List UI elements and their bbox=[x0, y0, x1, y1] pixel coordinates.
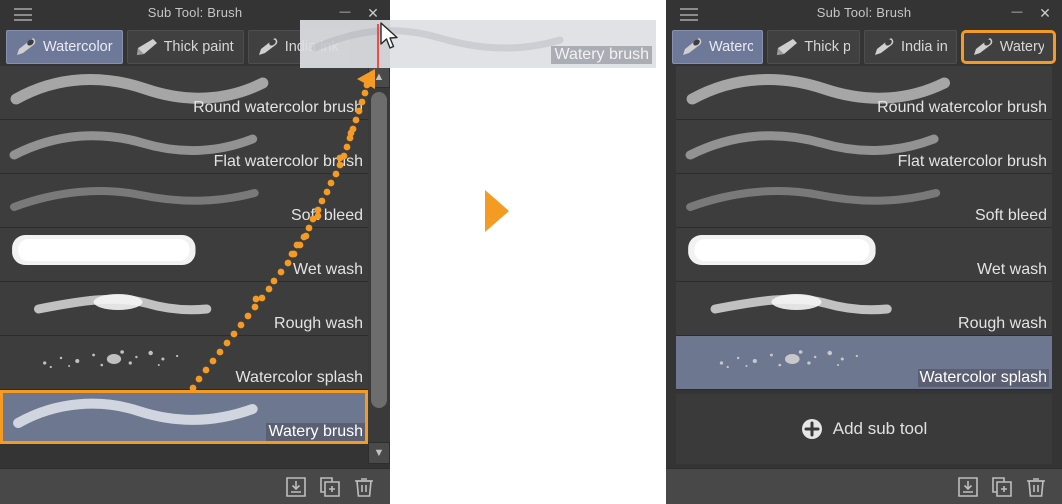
table-row[interactable]: Soft bleed bbox=[676, 174, 1052, 228]
screenshot-root: Sub Tool: Brush Watercolor Thick paint Ind… bbox=[0, 0, 1062, 504]
drop-indicator-line bbox=[377, 24, 379, 68]
add-sub-tool-button[interactable]: Add sub tool bbox=[676, 394, 1052, 464]
watercolor-brush-icon bbox=[683, 38, 702, 55]
flow-arrow-icon bbox=[485, 190, 509, 232]
watercolor-brush-icon bbox=[17, 38, 36, 55]
sub-tool-name: Flat watercolor brush bbox=[897, 153, 1047, 170]
plus-circle-icon bbox=[801, 419, 822, 439]
right-titlebar: Sub Tool: Brush bbox=[666, 0, 1062, 28]
tab-watercolor[interactable]: Watercolor bbox=[6, 30, 123, 64]
tab-label: Waterc bbox=[709, 39, 754, 55]
import-sub-tool-icon[interactable] bbox=[956, 475, 980, 499]
sub-tool-name: Watercolor splash bbox=[917, 369, 1049, 387]
sub-tool-name: Wet wash bbox=[293, 261, 363, 278]
sub-tool-name: Watercolor splash bbox=[235, 369, 363, 386]
sub-tool-name: Round watercolor brush bbox=[193, 99, 363, 116]
tab-india-in[interactable]: India in bbox=[864, 30, 957, 64]
right-sub-tool-panel: Sub Tool: Brush WatercThick pIndia inWat… bbox=[666, 0, 1062, 504]
table-row[interactable]: Watery brush bbox=[0, 390, 368, 444]
tab-label: India in bbox=[901, 39, 947, 55]
tab-label: Watery bbox=[999, 39, 1045, 55]
add-sub-tool-label: Add sub tool bbox=[832, 419, 928, 438]
mouse-cursor-icon bbox=[380, 22, 398, 49]
sub-tool-name: Soft bleed bbox=[974, 207, 1047, 224]
table-row[interactable]: Soft bleed bbox=[0, 174, 368, 228]
duplicate-sub-tool-icon[interactable] bbox=[990, 475, 1014, 499]
tab-thick-paint[interactable]: Thick paint bbox=[126, 30, 244, 64]
table-row[interactable]: Watercolor splash bbox=[676, 336, 1052, 390]
brush-preview-stroke bbox=[12, 235, 196, 265]
delete-sub-tool-icon[interactable] bbox=[352, 475, 376, 499]
drag-ghost-row: Watery brush bbox=[300, 20, 656, 68]
tab-label: Thick p bbox=[804, 39, 850, 55]
sub-tool-name: Rough wash bbox=[274, 315, 363, 332]
tab-label: Thick paint bbox=[163, 39, 234, 55]
india-ink-icon bbox=[875, 38, 894, 55]
page-title: Sub Tool: Brush bbox=[816, 5, 912, 20]
left-sub-tool-panel: Sub Tool: Brush WatercolorThick paintInd… bbox=[0, 0, 390, 504]
table-row[interactable]: Watercolor splash bbox=[0, 336, 368, 390]
sub-tool-name: Flat watercolor brush bbox=[213, 153, 363, 170]
drag-target-arrow-icon bbox=[357, 69, 375, 89]
india-ink-icon bbox=[258, 38, 278, 55]
table-row[interactable]: Rough wash bbox=[676, 282, 1052, 336]
left-footer-toolbar bbox=[0, 468, 390, 504]
right-window-buttons bbox=[1008, 4, 1054, 23]
scrollbar-thumb[interactable] bbox=[371, 92, 387, 408]
brush-preview-stroke bbox=[13, 398, 258, 428]
right-footer-toolbar bbox=[666, 468, 1062, 504]
table-row[interactable]: Round watercolor brush bbox=[0, 66, 368, 120]
right-sub-tool-list: Round watercolor brush Flat watercolor br… bbox=[676, 66, 1052, 390]
close-icon[interactable] bbox=[1036, 4, 1054, 23]
tab-waterc[interactable]: Waterc bbox=[672, 30, 764, 64]
sub-tool-name: Rough wash bbox=[958, 315, 1047, 332]
table-row[interactable]: Wet wash bbox=[0, 228, 368, 282]
sub-tool-name: Watery brush bbox=[266, 423, 365, 441]
brush-preview-stroke bbox=[10, 187, 259, 211]
left-sub-tool-list: Round watercolor brush Flat watercolor br… bbox=[0, 66, 368, 444]
table-row[interactable]: Rough wash bbox=[0, 282, 368, 336]
thick-paint-icon bbox=[136, 39, 157, 55]
delete-sub-tool-icon[interactable] bbox=[1024, 475, 1048, 499]
brush-preview-stroke bbox=[719, 350, 858, 369]
tab-label: Watercolor bbox=[43, 39, 113, 55]
chevron-down-icon: ▼ bbox=[373, 446, 385, 459]
sub-tool-name: Round watercolor brush bbox=[877, 99, 1047, 116]
watercolor-brush-icon bbox=[973, 38, 993, 55]
table-row[interactable]: Flat watercolor brush bbox=[676, 120, 1052, 174]
ghost-brush-stroke bbox=[311, 27, 564, 52]
tab-thick-p[interactable]: Thick p bbox=[767, 30, 860, 64]
table-row[interactable]: Round watercolor brush bbox=[676, 66, 1052, 120]
right-tab-strip: Waterc Thick p India in Watery bbox=[666, 28, 1062, 66]
tab-watery[interactable]: Watery bbox=[960, 30, 1057, 64]
duplicate-sub-tool-icon[interactable] bbox=[318, 475, 342, 499]
thick-paint-icon bbox=[777, 39, 798, 55]
import-sub-tool-icon[interactable] bbox=[284, 475, 308, 499]
brush-preview-stroke bbox=[710, 294, 892, 315]
brush-preview-stroke bbox=[688, 235, 876, 265]
brush-preview-stroke bbox=[686, 187, 941, 211]
white-gap bbox=[390, 0, 666, 504]
page-title: Sub Tool: Brush bbox=[147, 5, 243, 20]
drag-ghost-label: Watery brush bbox=[551, 46, 652, 64]
minimize-icon[interactable] bbox=[1008, 4, 1026, 23]
table-row[interactable]: Wet wash bbox=[676, 228, 1052, 282]
brush-preview-stroke bbox=[33, 294, 212, 315]
sub-tool-name: Soft bleed bbox=[290, 207, 363, 224]
table-row[interactable]: Flat watercolor brush bbox=[0, 120, 368, 174]
sub-tool-name: Wet wash bbox=[977, 261, 1047, 278]
left-scrollbar[interactable]: ▲ ▼ bbox=[368, 66, 390, 464]
scroll-down-button[interactable]: ▼ bbox=[368, 442, 390, 464]
